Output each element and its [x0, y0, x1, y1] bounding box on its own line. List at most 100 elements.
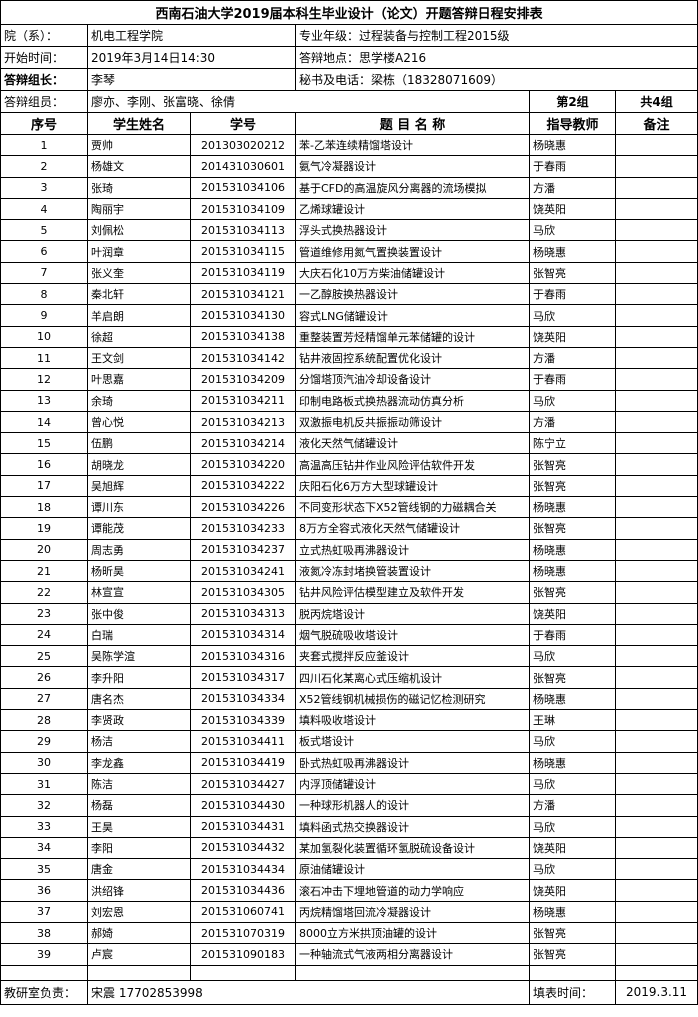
cell-student-id: 201531034121	[190, 283, 296, 306]
table-row: 11 王文剑 201531034142 钻井液固控系统配置优化设计 方潘	[0, 346, 698, 370]
cell-topic: 内浮顶储罐设计	[295, 772, 530, 796]
table-row: 12 叶思嘉 201531034209 分馏塔顶汽油冷却设备设计 于春雨	[0, 368, 698, 391]
table-row: 32 杨磊 201531034430 一种球形机器人的设计 方潘	[0, 794, 698, 817]
cell-topic: 原油储罐设计	[295, 858, 530, 881]
cell-student-id: 201531034339	[190, 709, 296, 732]
cell-no: 21	[0, 559, 88, 583]
table-row: 26 李升阳 201531034317 四川石化某离心式压缩机设计 张智亮	[0, 666, 698, 689]
cell-note	[614, 410, 698, 434]
table-row: 28 李贤政 201531034339 填料吸收塔设计 王琳	[0, 709, 698, 732]
cell-topic: 一种球形机器人的设计	[295, 794, 530, 817]
header-name: 学生姓名	[87, 112, 191, 135]
cell-advisor: 张智亮	[529, 943, 616, 966]
cell-advisor: 方潘	[529, 794, 616, 817]
college-value: 机电工程学院	[87, 24, 296, 47]
cell-student-id: 201531034106	[190, 176, 296, 199]
cell-note	[614, 496, 698, 519]
cell-topic: 容式LNG储罐设计	[295, 304, 530, 327]
cell-no: 24	[0, 623, 88, 647]
cell-student-id: 201431030601	[190, 155, 296, 178]
secretary-info: 秘书及电话：梁栋（18328071609）	[294, 68, 698, 91]
cell-student-name: 刘宏恩	[87, 900, 191, 923]
members-label: 答辩组员：	[0, 90, 88, 113]
cell-no: 8	[0, 283, 88, 306]
cell-topic: 液化天然气储罐设计	[295, 432, 530, 455]
cell-note	[614, 261, 698, 285]
cell-student-id: 201531034436	[190, 879, 296, 902]
cell-advisor: 马欣	[529, 815, 616, 838]
cell-student-name: 吴陈学渲	[87, 645, 191, 668]
cell-advisor: 方潘	[529, 176, 616, 199]
cell-note	[614, 133, 698, 157]
table-row: 21 杨昕昊 201531034241 液氮冷冻封堵换管装置设计 杨晓惠	[0, 559, 698, 583]
cell-advisor: 于春雨	[529, 155, 616, 178]
cell-topic: 分馏塔顶汽油冷却设备设计	[295, 368, 530, 391]
cell-student-name: 李贤政	[87, 709, 191, 732]
cell-advisor: 马欣	[529, 219, 616, 242]
table-row: 17 吴旭辉 201531034222 庆阳石化6万方大型球罐设计 张智亮	[0, 474, 698, 498]
cell-note	[614, 517, 698, 540]
cell-no: 3	[0, 176, 88, 199]
table-row: 30 李龙鑫 201531034419 卧式热虹吸再沸器设计 杨晓惠	[0, 751, 698, 774]
cell-topic: 填料吸收塔设计	[295, 709, 530, 732]
cell-advisor: 杨晓惠	[529, 900, 616, 923]
cell-note	[614, 283, 698, 306]
cell-student-id: 201303020212	[190, 133, 296, 157]
defense-place: 答辩地点：思学楼A216	[294, 46, 698, 69]
cell-student-id: 201531034432	[190, 836, 296, 860]
cell-advisor: 张智亮	[529, 517, 616, 540]
cell-student-id: 201531034211	[190, 389, 296, 412]
cell-student-name: 谭能茂	[87, 517, 191, 540]
table-row: 9 羊启朗 201531034130 容式LNG储罐设计 马欣	[0, 304, 698, 327]
cell-advisor: 饶英阳	[529, 602, 616, 625]
cell-student-id: 201531034419	[190, 751, 296, 774]
cell-note	[614, 687, 698, 711]
cell-topic: 基于CFD的高温旋风分离器的流场模拟	[295, 176, 530, 199]
college-label: 院（系）：	[0, 24, 88, 47]
fill-date-label: 填表时间：	[529, 979, 616, 1005]
table-row: 20 周志勇 201531034237 立式热虹吸再沸器设计 杨晓惠	[0, 538, 698, 561]
cell-student-name: 吴旭辉	[87, 474, 191, 498]
cell-no: 22	[0, 581, 88, 604]
cell-student-name: 曾心悦	[87, 410, 191, 434]
cell-student-id: 201531034119	[190, 261, 296, 285]
cell-student-name: 秦北轩	[87, 283, 191, 306]
cell-student-id: 201531034138	[190, 325, 296, 348]
cell-note	[614, 176, 698, 199]
empty-cell	[295, 964, 530, 981]
cell-student-name: 贾帅	[87, 133, 191, 157]
header-no: 序号	[0, 112, 88, 135]
cell-note	[614, 858, 698, 881]
cell-student-name: 张义奎	[87, 261, 191, 285]
cell-topic: 四川石化某离心式压缩机设计	[295, 666, 530, 689]
cell-student-id: 201531034209	[190, 368, 296, 391]
cell-no: 23	[0, 602, 88, 625]
cell-no: 33	[0, 815, 88, 838]
cell-note	[614, 879, 698, 902]
cell-topic: 填料函式热交换器设计	[295, 815, 530, 838]
cell-advisor: 杨晓惠	[529, 496, 616, 519]
cell-student-name: 郝婍	[87, 921, 191, 945]
cell-advisor: 方潘	[529, 410, 616, 434]
cell-advisor: 马欣	[529, 645, 616, 668]
table-row: 29 杨洁 201531034411 板式塔设计 马欣	[0, 730, 698, 753]
table-row: 7 张义奎 201531034119 大庆石化10万方柴油储罐设计 张智亮	[0, 261, 698, 285]
cell-note	[614, 943, 698, 966]
cell-advisor: 杨晓惠	[529, 751, 616, 774]
cell-advisor: 张智亮	[529, 921, 616, 945]
cell-student-id: 201531034411	[190, 730, 296, 753]
cell-student-name: 洪绍锋	[87, 879, 191, 902]
cell-no: 14	[0, 410, 88, 434]
table-row: 37 刘宏恩 201531060741 丙烷精馏塔回流冷凝器设计 杨晓惠	[0, 900, 698, 923]
table-row: 15 伍鹏 201531034214 液化天然气储罐设计 陈宁立	[0, 432, 698, 455]
header-id: 学号	[190, 112, 296, 135]
cell-topic: 不同变形状态下X52管线钢的力磁耦合关	[295, 496, 530, 519]
cell-student-id: 201531034237	[190, 538, 296, 561]
cell-student-id: 201531070319	[190, 921, 296, 945]
cell-no: 5	[0, 219, 88, 242]
table-row: 4 陶丽宇 201531034109 乙烯球罐设计 饶英阳	[0, 197, 698, 221]
cell-topic: 脱丙烷塔设计	[295, 602, 530, 625]
cell-advisor: 张智亮	[529, 581, 616, 604]
cell-no: 1	[0, 133, 88, 157]
cell-note	[614, 815, 698, 838]
